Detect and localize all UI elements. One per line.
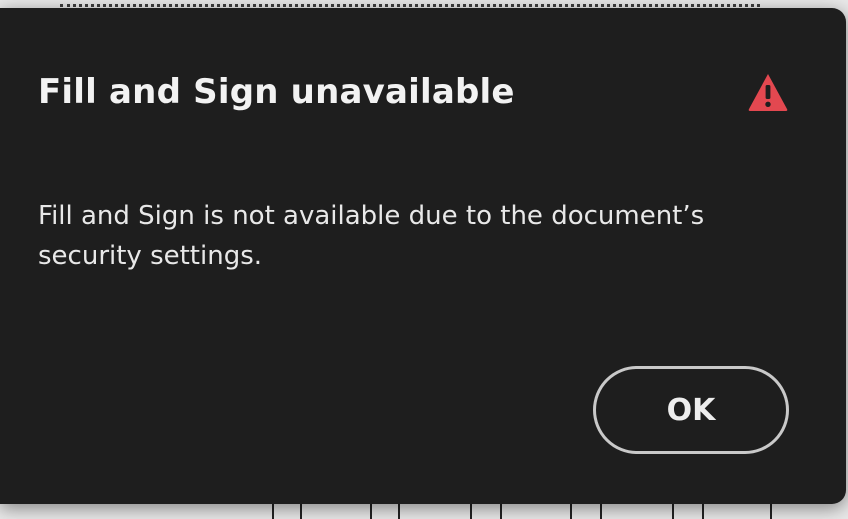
dialog-title: Fill and Sign unavailable (38, 72, 515, 112)
ok-button[interactable]: OK (593, 366, 789, 454)
document-text-line (60, 0, 760, 7)
fill-and-sign-unavailable-dialog: Fill and Sign unavailable Fill and Sign … (0, 8, 846, 504)
dialog-message: Fill and Sign is not available due to th… (38, 201, 705, 271)
warning-icon (747, 72, 789, 112)
